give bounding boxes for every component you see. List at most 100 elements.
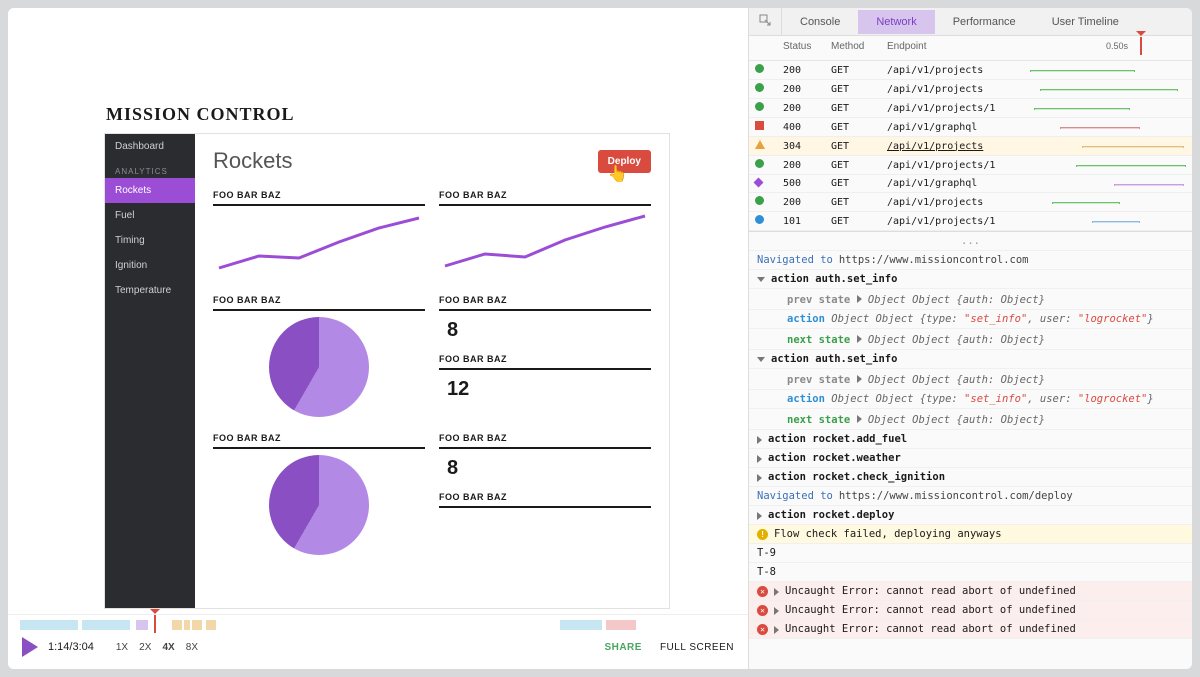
network-row[interactable]: 200GET/api/v1/projects/1	[749, 156, 1192, 175]
content-area: Rockets Deploy 👆 FOO BAR BAZ FOO BAR BAZ…	[195, 134, 669, 608]
network-row[interactable]: 304GET/api/v1/projects	[749, 137, 1192, 156]
timing-cell	[1022, 163, 1192, 167]
timing-cell	[1022, 219, 1192, 223]
endpoint: /api/v1/projects	[881, 63, 1022, 78]
network-row[interactable]: 200GET/api/v1/projects	[749, 61, 1192, 80]
http-method: GET	[825, 120, 881, 135]
status-code: 200	[777, 195, 825, 210]
deploy-button[interactable]: Deploy 👆	[598, 150, 651, 173]
sidebar-item-fuel[interactable]: Fuel	[105, 203, 195, 228]
caret-down-icon[interactable]	[757, 357, 765, 362]
network-row[interactable]: 200GET/api/v1/projects/1	[749, 99, 1192, 118]
caret-right-icon[interactable]	[857, 335, 862, 343]
caret-right-icon[interactable]	[774, 607, 779, 615]
play-button[interactable]	[22, 637, 38, 657]
log-action[interactable]: action rocket.add_fuel	[749, 430, 1192, 449]
playhead-icon[interactable]	[154, 615, 156, 633]
caret-right-icon[interactable]	[774, 588, 779, 596]
timeline-marker-icon[interactable]	[1140, 37, 1142, 55]
caret-right-icon[interactable]	[757, 474, 762, 482]
sidebar-item-timing[interactable]: Timing	[105, 228, 195, 253]
playback-timeline[interactable]	[20, 619, 736, 631]
timing-bar	[1114, 184, 1184, 186]
stat-value: 12	[439, 376, 651, 409]
log-action[interactable]: action rocket.weather	[749, 449, 1192, 468]
caret-right-icon[interactable]	[757, 512, 762, 520]
timing-cell	[1022, 68, 1192, 72]
status-shape-icon	[754, 178, 764, 188]
card-header: FOO BAR BAZ	[439, 350, 651, 370]
sidebar: Dashboard ANALYTICS Rockets Fuel Timing …	[105, 134, 195, 608]
endpoint: /api/v1/projects/1	[881, 158, 1022, 173]
cursor-icon: 👆	[608, 164, 628, 184]
log-prev-state[interactable]: prev state Object Object {auth: Object}	[749, 289, 1192, 310]
caret-right-icon[interactable]	[857, 415, 862, 423]
log-error[interactable]: ✕Uncaught Error: cannot read abort of un…	[749, 601, 1192, 620]
fullscreen-button[interactable]: FULL SCREEN	[660, 642, 734, 653]
tab-performance[interactable]: Performance	[935, 10, 1034, 34]
timing-bar	[1034, 108, 1130, 110]
caret-right-icon[interactable]	[757, 455, 762, 463]
log-next-state[interactable]: next state Object Object {auth: Object}	[749, 329, 1192, 350]
log-action-obj[interactable]: action Object Object {type: "set_info", …	[749, 310, 1192, 329]
log-action-obj[interactable]: action Object Object {type: "set_info", …	[749, 390, 1192, 409]
log-error[interactable]: ✕Uncaught Error: cannot read abort of un…	[749, 582, 1192, 601]
status-shape-icon	[755, 102, 764, 111]
status-shape-icon	[755, 64, 764, 73]
sidebar-item-ignition[interactable]: Ignition	[105, 253, 195, 278]
log-action[interactable]: action rocket.deploy	[749, 506, 1192, 525]
inspect-icon[interactable]	[749, 8, 782, 35]
caret-right-icon[interactable]	[857, 375, 862, 383]
log-navigation: Navigated to https://www.missioncontrol.…	[749, 487, 1192, 506]
caret-right-icon[interactable]	[757, 436, 762, 444]
status-shape-icon	[755, 196, 764, 205]
status-shape-icon	[755, 159, 764, 168]
status-shape-icon	[755, 121, 764, 130]
timing-bar	[1060, 127, 1140, 129]
speed-4x[interactable]: 4X	[162, 642, 174, 653]
card-header: FOO BAR BAZ	[213, 186, 425, 206]
pie-chart	[269, 455, 369, 555]
sidebar-section-label: ANALYTICS	[105, 159, 195, 178]
log-action[interactable]: action auth.set_info	[749, 270, 1192, 289]
timing-bar	[1076, 165, 1186, 167]
log-line: T-8	[749, 563, 1192, 582]
tab-user-timeline[interactable]: User Timeline	[1034, 10, 1137, 34]
share-button[interactable]: SHARE	[604, 642, 642, 653]
stat-value: 8	[439, 455, 651, 488]
caret-down-icon[interactable]	[757, 277, 765, 282]
log-next-state[interactable]: next state Object Object {auth: Object}	[749, 409, 1192, 430]
log-error[interactable]: ✕Uncaught Error: cannot read abort of un…	[749, 620, 1192, 639]
timing-cell	[1022, 106, 1192, 110]
card-header: FOO BAR BAZ	[439, 429, 651, 449]
log-prev-state[interactable]: prev state Object Object {auth: Object}	[749, 369, 1192, 390]
network-row[interactable]: 200GET/api/v1/projects	[749, 193, 1192, 212]
timing-bar	[1092, 221, 1140, 223]
network-row[interactable]: 400GET/api/v1/graphql	[749, 118, 1192, 137]
log-action[interactable]: action auth.set_info	[749, 350, 1192, 369]
log-action[interactable]: action rocket.check_ignition	[749, 468, 1192, 487]
timing-cell	[1022, 125, 1192, 129]
network-row[interactable]: 200GET/api/v1/projects	[749, 80, 1192, 99]
status-shape-icon	[755, 140, 765, 149]
http-method: GET	[825, 176, 881, 191]
sidebar-item-temperature[interactable]: Temperature	[105, 278, 195, 303]
caret-right-icon[interactable]	[857, 295, 862, 303]
playback-speed: 1X 2X 4X 8X	[116, 641, 206, 653]
endpoint: /api/v1/projects/1	[881, 214, 1022, 229]
network-row[interactable]: 500GET/api/v1/graphql	[749, 175, 1192, 193]
sidebar-item-dashboard[interactable]: Dashboard	[105, 134, 195, 159]
status-shape-icon	[755, 215, 764, 224]
playback-bar: 1:14/3:04 1X 2X 4X 8X SHARE FULL SCREEN	[8, 614, 748, 669]
tab-network[interactable]: Network	[858, 10, 934, 34]
endpoint: /api/v1/projects	[881, 82, 1022, 97]
speed-1x[interactable]: 1X	[116, 642, 128, 653]
sidebar-item-rockets[interactable]: Rockets	[105, 178, 195, 203]
timing-bar	[1040, 89, 1178, 91]
speed-8x[interactable]: 8X	[186, 642, 198, 653]
tab-console[interactable]: Console	[782, 10, 858, 34]
network-row[interactable]: 101GET/api/v1/projects/1	[749, 212, 1192, 231]
caret-right-icon[interactable]	[774, 626, 779, 634]
warning-icon: !	[757, 529, 768, 540]
speed-2x[interactable]: 2X	[139, 642, 151, 653]
